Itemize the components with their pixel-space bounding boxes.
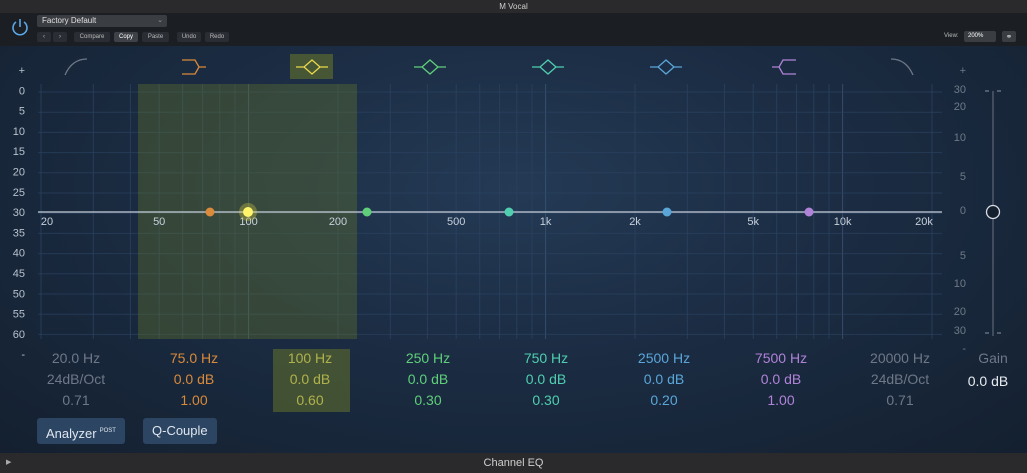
title-bar: M Vocal: [0, 0, 1027, 13]
gain-slider-knob: [985, 204, 1001, 220]
freq-tick-label: 20: [41, 216, 53, 228]
gain-label: Gain: [978, 350, 1008, 366]
band-4-freq[interactable]: 250 Hz: [373, 350, 483, 366]
right-scale-tick: 10: [954, 132, 966, 144]
left-scale-tick: 35: [13, 227, 25, 239]
link-icon[interactable]: ⚭: [1002, 31, 1016, 42]
right-scale-tick: 0: [960, 205, 966, 217]
band-1-q[interactable]: 0.71: [21, 392, 131, 408]
prev-preset-button[interactable]: ‹: [37, 32, 51, 42]
band-node[interactable]: [662, 207, 672, 217]
freq-tick-label: 200: [329, 216, 347, 228]
chevron-down-icon: ⌄: [157, 17, 163, 24]
paste-button[interactable]: Paste: [142, 32, 169, 42]
left-scale-tick: 10: [13, 126, 25, 138]
left-db-scale: +051015202530354045505560-: [13, 65, 26, 361]
left-scale-tick: 0: [19, 85, 25, 97]
left-scale-tick: 45: [13, 268, 25, 280]
left-scale-tick: 5: [19, 106, 25, 118]
bell-band-icon[interactable]: [650, 59, 682, 75]
low-shelf-band-icon[interactable]: [182, 59, 206, 75]
undo-button[interactable]: Undo: [177, 32, 201, 42]
high-cut-band-icon[interactable]: [890, 58, 914, 76]
preset-name: Factory Default: [42, 16, 97, 25]
left-scale-tick: 25: [13, 187, 25, 199]
right-scale-tick: +: [960, 65, 966, 77]
band-4-q[interactable]: 0.30: [373, 392, 483, 408]
next-preset-button[interactable]: ›: [53, 32, 67, 42]
right-scale-tick: 30: [954, 325, 966, 337]
band-2-q[interactable]: 1.00: [139, 392, 249, 408]
freq-tick-label: 500: [447, 216, 465, 228]
right-scale-tick: 5: [960, 250, 966, 262]
band-5-q[interactable]: 0.30: [491, 392, 601, 408]
band-type-icons: [64, 58, 914, 76]
freq-tick-label: 10k: [834, 216, 852, 228]
analyzer-button[interactable]: Analyzer POST: [37, 418, 125, 444]
disclosure-triangle-icon[interactable]: ▶: [6, 453, 11, 473]
left-scale-tick: 15: [13, 146, 25, 158]
left-scale-tick: 55: [13, 309, 25, 321]
power-icon[interactable]: [10, 17, 30, 37]
right-scale-tick: 10: [954, 278, 966, 290]
band-6-freq[interactable]: 2500 Hz: [609, 350, 719, 366]
band-6-q[interactable]: 0.20: [609, 392, 719, 408]
band-7-freq[interactable]: 7500 Hz: [726, 350, 836, 366]
compare-button[interactable]: Compare: [74, 32, 110, 42]
gain-value[interactable]: 0.0 dB: [933, 373, 1027, 389]
freq-tick-label: 50: [153, 216, 165, 228]
selected-band-label-highlight: [273, 349, 350, 412]
left-scale-tick: 40: [13, 248, 25, 260]
band-node[interactable]: [205, 207, 215, 217]
channel-eq-window: M Vocal Factory Default ⌄ ‹ › Compare Co…: [0, 0, 1027, 473]
band-1-gain[interactable]: 24dB/Oct: [21, 371, 131, 387]
band-7-gain[interactable]: 0.0 dB: [726, 371, 836, 387]
band-4-gain[interactable]: 0.0 dB: [373, 371, 483, 387]
band-node-selected[interactable]: [243, 207, 253, 217]
band-2-gain[interactable]: 0.0 dB: [139, 371, 249, 387]
band-6-gain[interactable]: 0.0 dB: [609, 371, 719, 387]
redo-button[interactable]: Redo: [205, 32, 229, 42]
plugin-header: Factory Default ⌄ ‹ › Compare Copy Paste…: [0, 13, 1027, 46]
band-node[interactable]: [362, 207, 372, 217]
preset-menu[interactable]: Factory Default ⌄: [37, 15, 167, 27]
right-scale-tick: 30: [954, 84, 966, 96]
band-1-freq[interactable]: 20.0 Hz: [21, 350, 131, 366]
left-scale-tick: 20: [13, 167, 25, 179]
band-8-q[interactable]: 0.71: [845, 392, 955, 408]
left-scale-tick: +: [19, 65, 25, 77]
copy-button[interactable]: Copy: [114, 32, 138, 42]
freq-tick-label: 2k: [629, 216, 641, 228]
q-couple-button[interactable]: Q-Couple: [143, 418, 217, 444]
right-db-scale: +302010505102030-: [954, 65, 967, 355]
bell-band-icon[interactable]: [414, 59, 446, 75]
high-shelf-band-icon[interactable]: [772, 59, 796, 75]
analyzer-post-badge: POST: [99, 428, 116, 434]
plugin-name: Channel EQ: [483, 457, 544, 469]
analyzer-label: Analyzer: [46, 426, 97, 441]
right-scale-tick: 20: [954, 306, 966, 318]
freq-tick-label: 5k: [747, 216, 759, 228]
band-2-freq[interactable]: 75.0 Hz: [139, 350, 249, 366]
right-scale-tick: 5: [960, 171, 966, 183]
view-label: View:: [944, 33, 959, 39]
freq-tick-label: 1k: [540, 216, 552, 228]
band-node[interactable]: [804, 207, 814, 217]
left-scale-tick: 50: [13, 288, 25, 300]
freq-tick-label: 20k: [915, 216, 933, 228]
eq-graph[interactable]: +051015202530354045505560- +302010505102…: [0, 46, 1027, 366]
left-scale-tick: 30: [13, 207, 25, 219]
low-cut-band-icon[interactable]: [64, 58, 88, 76]
right-scale-tick: 20: [954, 101, 966, 113]
left-scale-tick: 60: [13, 329, 25, 341]
band-5-gain[interactable]: 0.0 dB: [491, 371, 601, 387]
bottom-bar: ▶ Channel EQ: [0, 453, 1027, 473]
view-zoom-select[interactable]: 200%: [964, 31, 996, 42]
eq-main-area: +0 5 10 15 20 25 30 35 40 45 50 55 60- +30 20 10 5 0 5 10 2…: [0, 46, 1027, 453]
band-7-q[interactable]: 1.00: [726, 392, 836, 408]
band-node[interactable]: [504, 207, 514, 217]
band-5-freq[interactable]: 750 Hz: [491, 350, 601, 366]
bell-band-icon[interactable]: [532, 59, 564, 75]
